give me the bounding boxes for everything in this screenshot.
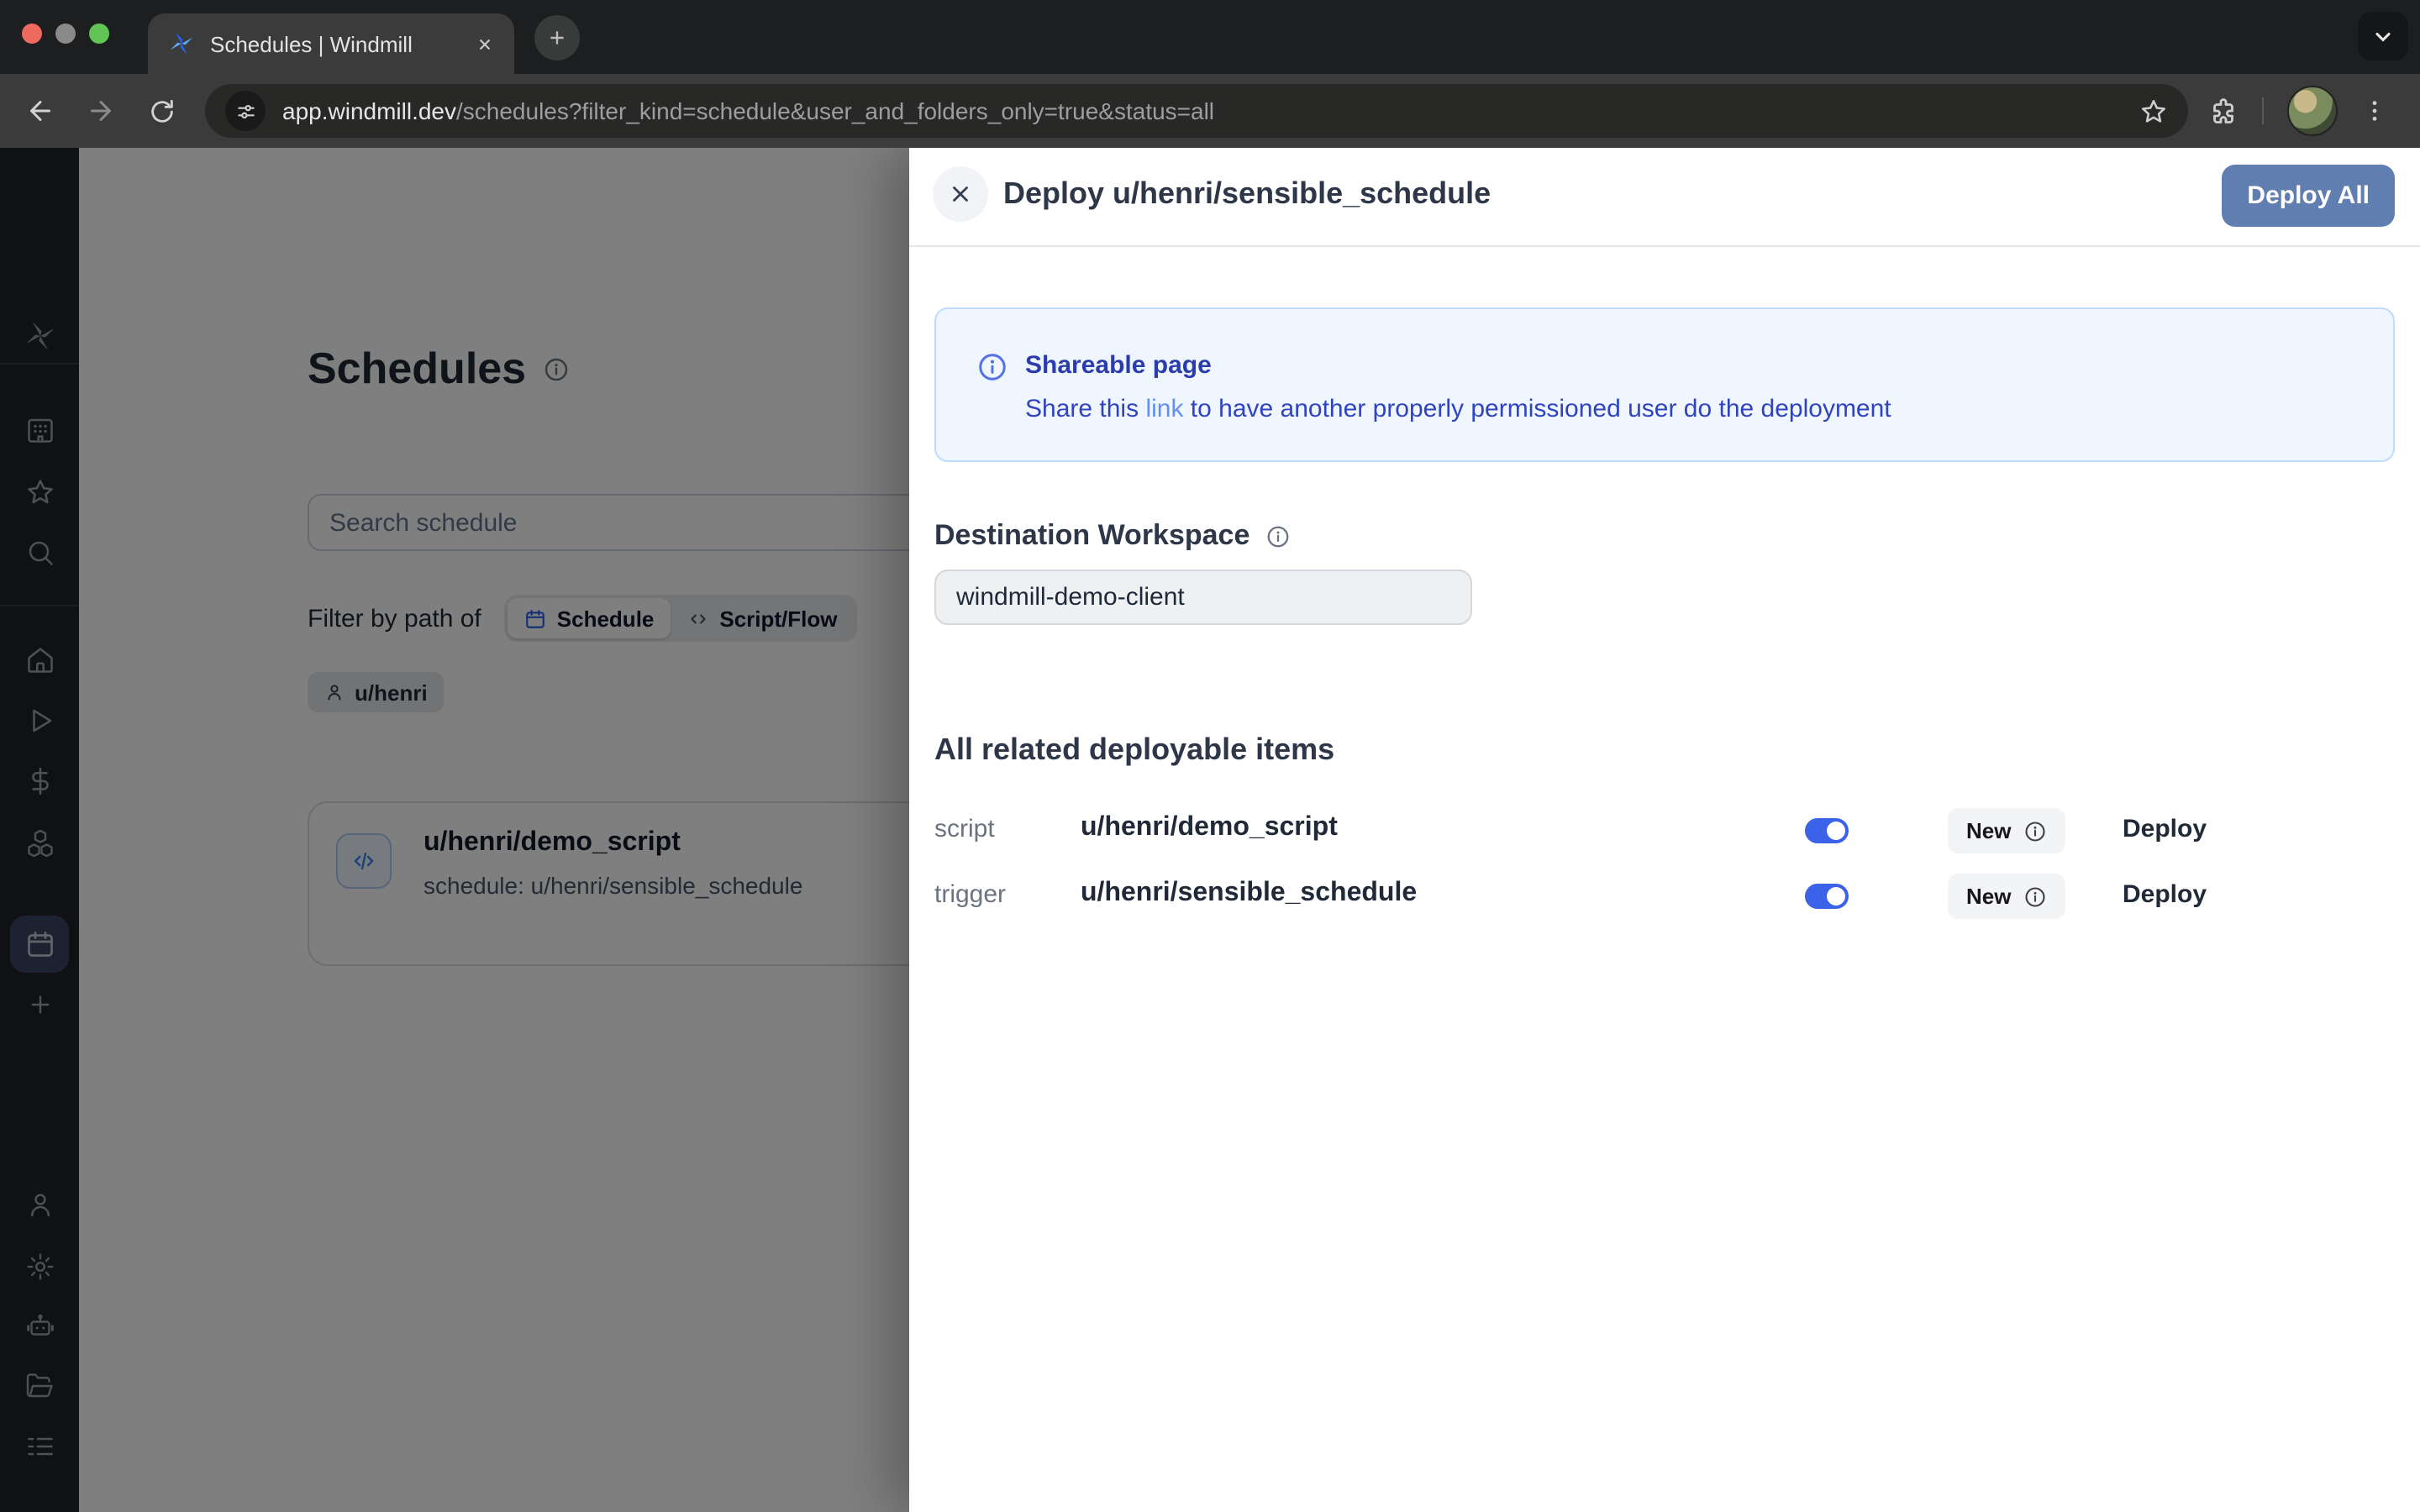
app-page: Schedules Filter by path of Schedule	[0, 148, 2420, 1512]
deployable-row-trigger: trigger u/henri/sensible_schedule New De…	[934, 867, 2395, 927]
info-icon[interactable]	[2023, 819, 2046, 843]
traffic-light-zoom[interactable]	[89, 24, 109, 44]
toggle-knob	[1827, 887, 1845, 906]
banner-body: Share this link to have another properly…	[1025, 395, 1891, 423]
tab-title: Schedules | Windmill	[210, 31, 476, 56]
deploy-item-button[interactable]: Deploy	[2123, 815, 2207, 843]
url-bar[interactable]: app.windmill.dev/schedules?filter_kind=s…	[205, 84, 2188, 138]
toolbar-divider	[2262, 97, 2264, 124]
item-path: u/henri/demo_script	[1081, 813, 1338, 843]
new-tab-button[interactable]	[534, 15, 580, 60]
profile-avatar[interactable]	[2287, 86, 2338, 136]
browser-chrome: Schedules | Windmill	[0, 0, 2420, 148]
url-text: app.windmill.dev/schedules?filter_kind=s…	[282, 97, 2139, 124]
url-path: /schedules?filter_kind=schedule&user_and…	[456, 97, 1214, 124]
item-path: u/henri/sensible_schedule	[1081, 879, 1417, 909]
banner-text: to have another properly permissioned us…	[1183, 395, 1891, 423]
toolbar-right	[2208, 86, 2388, 136]
forward-icon[interactable]	[71, 96, 131, 126]
new-badge: New	[1948, 808, 2065, 853]
destination-heading: Destination Workspace	[934, 519, 1249, 553]
url-host: app.windmill.dev	[282, 97, 456, 124]
deploy-all-button[interactable]: Deploy All	[2222, 165, 2395, 227]
share-link[interactable]: link	[1145, 395, 1183, 423]
tab-strip: Schedules | Windmill	[0, 0, 2420, 74]
destination-workspace-input[interactable]	[934, 570, 1472, 625]
tab-search-chevron-button[interactable]	[2358, 12, 2408, 60]
bookmark-star-icon[interactable]	[2139, 97, 2168, 125]
deployable-items-heading: All related deployable items	[934, 732, 1334, 768]
banner-title: Shareable page	[1025, 351, 1212, 380]
item-toggle[interactable]	[1805, 818, 1849, 843]
info-icon[interactable]	[2023, 885, 2046, 908]
drawer-title: Deploy u/henri/sensible_schedule	[1003, 176, 1491, 212]
windmill-favicon	[168, 30, 195, 57]
site-settings-icon[interactable]	[225, 91, 266, 131]
new-badge-label: New	[1966, 818, 2011, 843]
drawer-close-button[interactable]	[933, 166, 988, 222]
browser-menu-kebab-icon[interactable]	[2361, 97, 2388, 124]
banner-text: Share this	[1025, 395, 1145, 423]
info-icon[interactable]	[1265, 523, 1290, 549]
browser-toolbar: app.windmill.dev/schedules?filter_kind=s…	[0, 74, 2420, 148]
traffic-light-close[interactable]	[22, 24, 42, 44]
shareable-banner: Shareable page Share this link to have a…	[934, 307, 2395, 462]
info-icon	[976, 351, 1008, 383]
deploy-item-button[interactable]: Deploy	[2123, 880, 2207, 909]
tab-close-icon[interactable]	[476, 34, 494, 53]
traffic-light-minimize[interactable]	[55, 24, 76, 44]
screen: Schedules | Windmill	[0, 0, 2420, 1512]
new-badge: New	[1948, 874, 2065, 919]
destination-heading-row: Destination Workspace	[934, 519, 1290, 553]
drawer-header: Deploy u/henri/sensible_schedule Deploy …	[909, 148, 2420, 247]
extensions-puzzle-icon[interactable]	[2208, 96, 2238, 126]
toggle-knob	[1827, 822, 1845, 840]
deployable-row-script: script u/henri/demo_script New Deploy	[934, 801, 2395, 862]
item-toggle[interactable]	[1805, 884, 1849, 909]
deploy-drawer: Deploy u/henri/sensible_schedule Deploy …	[909, 148, 2420, 1512]
item-kind: script	[934, 815, 995, 843]
browser-tab[interactable]: Schedules | Windmill	[148, 13, 514, 74]
back-icon[interactable]	[10, 96, 71, 126]
reload-icon[interactable]	[131, 97, 192, 125]
item-kind: trigger	[934, 880, 1006, 909]
new-badge-label: New	[1966, 884, 2011, 909]
